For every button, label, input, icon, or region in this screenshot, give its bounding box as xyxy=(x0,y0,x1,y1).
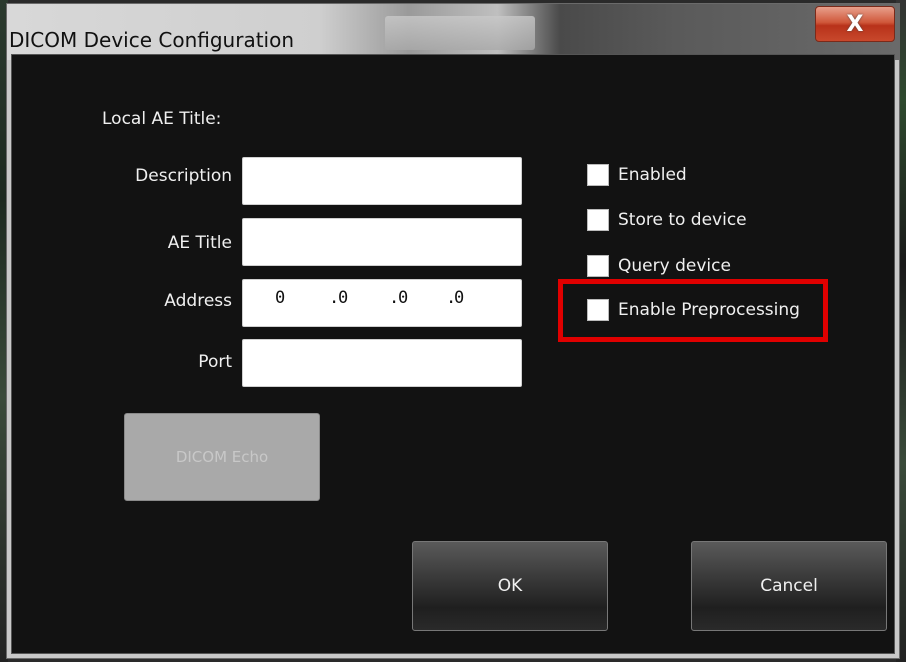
address-label: Address xyxy=(164,291,232,311)
port-label: Port xyxy=(198,352,232,372)
dicom-echo-button[interactable]: DICOM Echo xyxy=(124,413,320,501)
ok-button[interactable]: OK xyxy=(412,541,608,631)
address-octet-1[interactable]: 0 xyxy=(275,288,285,308)
enabled-checkbox[interactable] xyxy=(587,164,609,186)
close-button[interactable]: X xyxy=(815,6,895,42)
ae-title-label: AE Title xyxy=(167,233,232,253)
port-input[interactable] xyxy=(242,339,522,387)
window-title: DICOM Device Configuration xyxy=(9,28,295,52)
dialog-content: Local AE Title: Description AE Title Add… xyxy=(11,54,895,654)
close-icon: X xyxy=(846,11,864,37)
description-label: Description xyxy=(135,166,232,186)
cancel-button[interactable]: Cancel xyxy=(691,541,887,631)
dialog-window: DICOM Device Configuration X Local AE Ti… xyxy=(6,3,900,659)
store-to-device-checkbox-row[interactable]: Store to device xyxy=(587,209,747,231)
enabled-label: Enabled xyxy=(618,165,687,185)
address-octet-3[interactable]: 0 xyxy=(398,288,408,308)
address-octet-4[interactable]: 0 xyxy=(454,288,464,308)
query-device-checkbox-row[interactable]: Query device xyxy=(587,255,731,277)
store-to-device-checkbox[interactable] xyxy=(587,209,609,231)
store-to-device-label: Store to device xyxy=(618,210,747,230)
title-bar-redaction xyxy=(385,16,535,50)
query-device-checkbox[interactable] xyxy=(587,255,609,277)
query-device-label: Query device xyxy=(618,256,731,276)
address-octet-2[interactable]: 0 xyxy=(338,288,348,308)
address-input[interactable]: 0 . 0 . 0 . 0 xyxy=(242,279,522,327)
ae-title-input[interactable] xyxy=(242,218,522,266)
title-bar[interactable]: DICOM Device Configuration X xyxy=(7,4,899,60)
enabled-checkbox-row[interactable]: Enabled xyxy=(587,164,687,186)
highlight-annotation xyxy=(558,279,828,342)
local-ae-title-label: Local AE Title: xyxy=(102,109,222,129)
description-input[interactable] xyxy=(242,157,522,205)
